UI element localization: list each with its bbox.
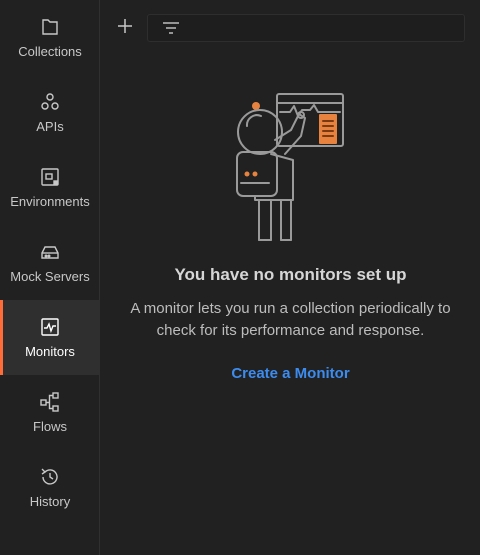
filter-icon[interactable] — [162, 20, 180, 41]
sidebar-item-mock-servers[interactable]: Mock Servers — [0, 225, 100, 300]
sidebar-item-flows[interactable]: Flows — [0, 375, 100, 450]
add-monitor-button[interactable] — [113, 14, 137, 42]
empty-state-title: You have no monitors set up — [174, 265, 407, 284]
sidebar-item-label: Mock Servers — [10, 269, 90, 284]
plus-icon — [116, 17, 134, 40]
collections-icon — [39, 16, 61, 38]
sidebar-item-history[interactable]: History — [0, 450, 100, 525]
empty-state-description: A monitor lets you run a collection peri… — [130, 300, 451, 339]
main-panel: You have no monitors set up A monitor le… — [101, 0, 480, 555]
flows-icon — [39, 391, 61, 413]
sidebar-item-label: History — [29, 494, 71, 509]
filter-box[interactable] — [147, 14, 465, 42]
environments-icon — [39, 166, 61, 188]
sidebar-item-label: Flows — [33, 419, 67, 434]
sidebar-item-label: Environments — [10, 194, 90, 209]
sidebar-item-label: APIs — [36, 119, 64, 134]
sidebar-item-label: Monitors — [25, 344, 75, 359]
sidebar-item-apis[interactable]: APIs — [0, 75, 100, 150]
toolbar — [101, 0, 480, 56]
sidebar-item-environments[interactable]: Environments — [0, 150, 100, 225]
history-icon — [39, 466, 61, 488]
filter-input[interactable] — [188, 18, 462, 40]
sidebar-item-collections[interactable]: Collections — [0, 0, 100, 75]
astronaut-monitor-illustration — [225, 90, 375, 245]
mock-servers-icon — [39, 241, 61, 263]
sidebar-item-label: Collections — [18, 44, 82, 59]
sidebar-item-monitors[interactable]: Monitors — [0, 300, 100, 375]
create-monitor-link[interactable]: Create a Monitor — [101, 365, 480, 382]
monitors-icon — [39, 316, 61, 338]
apis-icon — [39, 91, 61, 113]
sidebar: Collections APIs Environments Mock Serve… — [0, 0, 100, 555]
